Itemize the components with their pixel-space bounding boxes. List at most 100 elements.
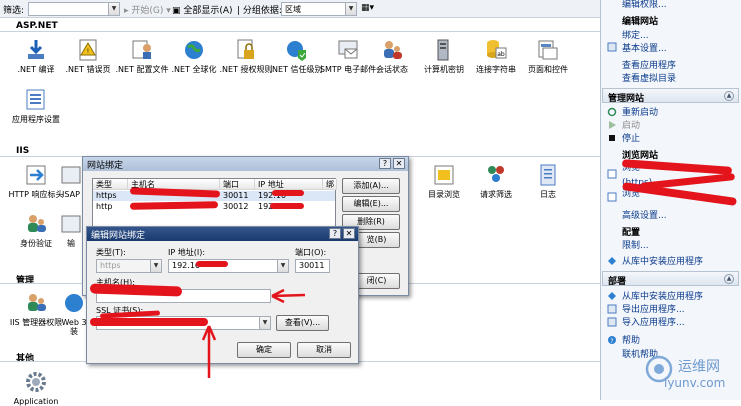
manage-site-header[interactable]: 管理网站 ▲ [602,88,739,104]
col-ip[interactable]: IP 地址 [255,179,323,190]
view-certificate-button[interactable]: 查看(V)... [276,315,329,331]
site-bindings-titlebar: 网站绑定 ? ✕ [83,157,408,171]
action-stop[interactable]: 停止 [622,131,640,144]
type-label: 类型(T): [96,248,126,257]
svg-text:!: ! [87,48,89,55]
start-button[interactable]: ▸ 开始(G) ▾ [124,3,171,16]
chevron-down-icon[interactable]: ▼ [108,3,119,15]
watermark-en: iyunv.com [664,376,726,390]
stop-icon [609,135,615,141]
view-toggle-icon[interactable]: ▦▾ [361,3,374,13]
port-label: 端口(O): [295,248,327,257]
http-header-icon [26,165,46,185]
close-dialog-button[interactable]: 闭(C) [353,273,400,289]
action-advanced-settings[interactable]: 高级设置... [622,208,667,221]
gallery-icon [608,257,616,265]
shield-check-icon [287,41,306,61]
section-iis: IIS [16,146,30,156]
section-other: 其他 [16,354,35,364]
col-binding[interactable]: 绑 [323,179,337,190]
help-icon[interactable]: ? [379,158,391,169]
lock-page-icon [237,39,254,59]
gear-icon [26,372,46,392]
add-binding-button[interactable]: 添加(A)... [342,178,400,194]
browser-icon [607,192,617,202]
redaction-mark [196,261,228,267]
redaction-mark [270,203,304,209]
group-by-label: | 分组依据: [237,6,282,16]
chevron-down-icon[interactable]: ▼ [345,3,356,15]
filter-input[interactable]: ▼ [28,2,120,16]
compile-icon [28,40,44,59]
chevron-down-icon[interactable]: ▼ [259,317,270,329]
feature-logging[interactable]: 日志 [518,163,578,199]
users-icon [28,215,46,232]
settings-list-icon [26,89,45,110]
filter-icon [488,166,504,182]
feature-iis-manager-permissions[interactable]: IIS 管理器权限 [6,291,66,327]
action-deploy-install[interactable]: 从库中安装应用程序 [622,289,703,302]
gallery-icon [608,292,616,300]
feature-app-settings[interactable]: 应用程序设置 [6,88,66,124]
action-edit-site-header: 编辑网站 [622,17,659,27]
action-install-from-gallery[interactable]: 从库中安装应用程序 [622,254,703,267]
filter-bar: 筛选: ▼ ▸ 开始(G) ▾ ▣ 全部显示(A) | 分组依据: 区域 ▼ ▦… [0,0,600,18]
cancel-button[interactable]: 取消 [297,342,351,358]
isapi-icon [61,166,81,184]
action-edit-permissions[interactable]: 编辑权限... [622,0,667,10]
folder-browse-icon [434,165,454,185]
database-text-icon: ab [487,40,507,59]
redaction-mark [90,318,208,326]
ip-select[interactable]: 192.16 ▼ [168,259,289,273]
warning-page-icon: ! [79,39,97,61]
action-start[interactable]: 启动 [622,118,640,131]
email-icon [338,40,358,59]
help-icon[interactable]: ? [329,228,341,239]
action-restart[interactable]: 重新启动 [622,105,658,118]
col-port[interactable]: 端口 [220,179,255,190]
feature-session-state[interactable]: 会话状态 [362,38,422,74]
action-view-virtual-dirs[interactable]: 查看虚拟目录 [622,71,676,84]
feature-web-deploy[interactable]: Web 3 装 [60,291,88,336]
globe-icon [185,41,203,59]
port-input[interactable]: 30011 [295,259,330,273]
feature-net-compile[interactable]: .NET 编译 [6,38,66,74]
action-help[interactable]: 帮助 [622,333,640,346]
feature-connection-strings[interactable]: ab 连接字符串 [466,38,526,74]
feature-net-error-pages[interactable]: ! .NET 错误页 [58,38,118,74]
close-icon[interactable]: ✕ [343,228,355,239]
action-view-applications[interactable]: 查看应用程序 [622,58,676,71]
watermark-cn: 运维网 [678,359,720,375]
feature-net-globalization[interactable]: .NET 全球化 [164,38,224,74]
group-by-select[interactable]: 区域 ▼ [281,2,357,16]
chevron-up-icon[interactable]: ▲ [724,91,734,101]
col-type[interactable]: 类型 [93,179,128,190]
action-bindings[interactable]: 绑定... [622,28,649,41]
deploy-header[interactable]: 部署 ▲ [602,271,739,287]
close-icon[interactable]: ✕ [393,158,405,169]
chevron-up-icon[interactable]: ▲ [724,274,734,284]
feature-directory-browsing[interactable]: 目录浏览 [414,163,474,199]
chevron-down-icon[interactable]: ▼ [277,260,288,272]
edit-binding-button[interactable]: 编辑(E)... [342,196,400,212]
help-icon: ? [608,336,616,345]
ok-button[interactable]: 确定 [237,342,291,358]
log-icon [540,164,556,186]
feature-application[interactable]: Application [6,370,66,406]
action-import-app[interactable]: 导入应用程序... [622,315,685,328]
feature-machine-key[interactable]: 计算机密钥 [414,38,474,74]
browse-binding-button[interactable]: 览(B) [353,232,400,248]
type-select[interactable]: https ▼ [96,259,162,273]
action-basic-settings[interactable]: 基本设置... [622,41,667,54]
browser-icon [607,169,617,179]
feature-net-trust-levels[interactable]: .NET 信任级别 [266,38,326,74]
feature-pages-controls[interactable]: 页面和控件 [518,38,578,74]
edit-binding-titlebar: 编辑网站绑定 ? ✕ [87,227,358,241]
action-limits[interactable]: 限制... [622,238,649,251]
feature-request-filtering[interactable]: 请求筛选 [466,163,526,199]
chevron-down-icon[interactable]: ▼ [150,260,161,272]
action-export-app[interactable]: 导出应用程序... [622,302,685,315]
feature-net-profile[interactable]: .NET 配置文件 [112,38,172,74]
section-aspnet: ASP.NET [16,21,58,31]
show-all-button[interactable]: ▣ 全部显示(A) [172,3,233,16]
